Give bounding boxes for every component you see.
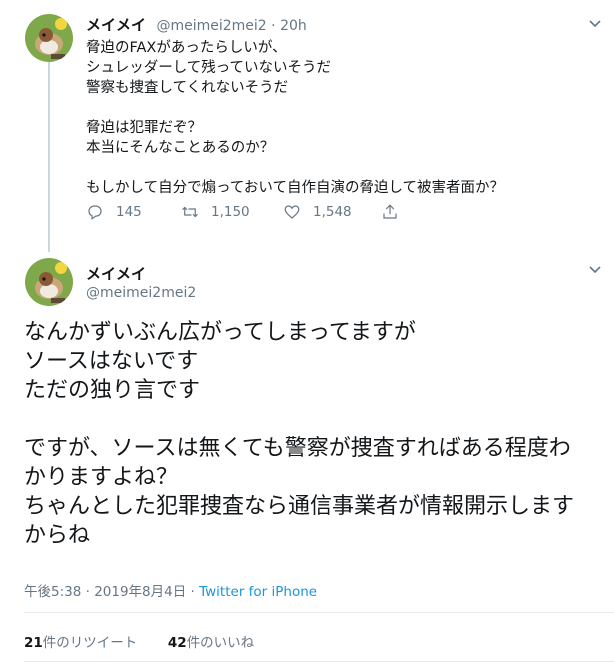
tweet-line: 警察も捜査してくれないそうだ bbox=[86, 80, 289, 96]
like-stat[interactable]: 42件のいいね bbox=[168, 635, 254, 651]
tweet-actions: 145 1,150 1,548 bbox=[86, 203, 506, 227]
tweet-line: からね bbox=[24, 523, 91, 548]
like-stat-label: 件のいいね bbox=[186, 635, 255, 651]
tweet-timestamp[interactable]: 午後5:38 · 2019年8月4日 bbox=[24, 584, 186, 600]
retweet-icon bbox=[182, 206, 198, 218]
chevron-down-icon[interactable] bbox=[588, 16, 602, 30]
tweet-line: ですが、ソースは無くても警察が捜査すればある程度わ bbox=[24, 436, 571, 461]
display-name[interactable]: メイメイ bbox=[86, 16, 146, 34]
dot-separator: · bbox=[190, 584, 195, 600]
like-icon bbox=[284, 205, 300, 219]
tweet-text: なんかずいぶん広がってしまってますが ソースはないです ただの独り言です ですが… bbox=[24, 318, 610, 550]
sparrow-avatar-icon bbox=[25, 14, 73, 62]
user-handle[interactable]: @meimei2mei2 bbox=[86, 285, 196, 301]
tweet-line: もしかして自分で煽っておいて自作自演の脅迫して被害者面か？ bbox=[86, 180, 505, 196]
retweet-stat[interactable]: 21件のリツイート bbox=[24, 635, 137, 651]
retweet-button[interactable]: 1,150 bbox=[181, 203, 250, 221]
tweet-header: メイメイ @meimei2mei2 · 20h bbox=[86, 14, 307, 35]
reply-button[interactable]: 145 bbox=[86, 203, 142, 221]
tweet-line: 本当にそんなことあるのか？ bbox=[86, 140, 275, 156]
display-name[interactable]: メイメイ bbox=[86, 263, 146, 284]
tweet-line: ソースはないです bbox=[24, 349, 199, 374]
divider bbox=[24, 612, 614, 613]
tweet-time[interactable]: 20h bbox=[280, 18, 307, 34]
tweet-line: ただの独り言です bbox=[24, 378, 201, 403]
avatar[interactable] bbox=[25, 14, 73, 62]
tweet-meta: 午後5:38 · 2019年8月4日 · Twitter for iPhone bbox=[24, 580, 317, 600]
tweet-line: 脅迫は犯罪だぞ？ bbox=[86, 120, 202, 136]
client-link[interactable]: Twitter for iPhone bbox=[199, 584, 317, 600]
tweet-line: 脅迫のFAXがあったらしいが、 bbox=[86, 40, 287, 56]
tweet-line: なんかずいぶん広がってしまってますが bbox=[24, 320, 416, 345]
tweet-stats: 21件のリツイート 42件のいいね bbox=[24, 631, 254, 651]
avatar[interactable] bbox=[25, 258, 73, 306]
share-icon bbox=[383, 204, 397, 219]
user-handle[interactable]: @meimei2mei2 bbox=[156, 18, 266, 34]
divider bbox=[24, 661, 614, 662]
tweet-line: かりますよね？ bbox=[24, 465, 179, 490]
sparrow-avatar-icon bbox=[25, 258, 73, 306]
tweet-line bbox=[24, 405, 610, 434]
share-button[interactable] bbox=[381, 203, 411, 221]
reply-icon bbox=[88, 205, 102, 220]
reply-count: 145 bbox=[116, 204, 142, 220]
dot-separator: · bbox=[271, 18, 276, 34]
tweet-line: シュレッダーして残っていないそうだ bbox=[86, 60, 332, 76]
retweet-count: 1,150 bbox=[211, 204, 250, 220]
like-count: 1,548 bbox=[313, 204, 352, 220]
chevron-down-icon[interactable] bbox=[588, 262, 602, 276]
tweet-line bbox=[86, 98, 586, 118]
retweet-stat-label: 件のリツイート bbox=[42, 635, 138, 651]
like-stat-count: 42 bbox=[167, 635, 187, 651]
tweet-line: ちゃんとした犯罪捜査なら通信事業者が情報開示します bbox=[24, 494, 575, 519]
like-button[interactable]: 1,548 bbox=[283, 203, 352, 221]
retweet-stat-count: 21 bbox=[24, 635, 43, 651]
tweet-text: 脅迫のFAXがあったらしいが、 シュレッダーして残っていないそうだ 警察も捜査し… bbox=[86, 38, 586, 198]
tweet-line bbox=[86, 158, 586, 178]
thread-connector-line bbox=[48, 62, 50, 252]
